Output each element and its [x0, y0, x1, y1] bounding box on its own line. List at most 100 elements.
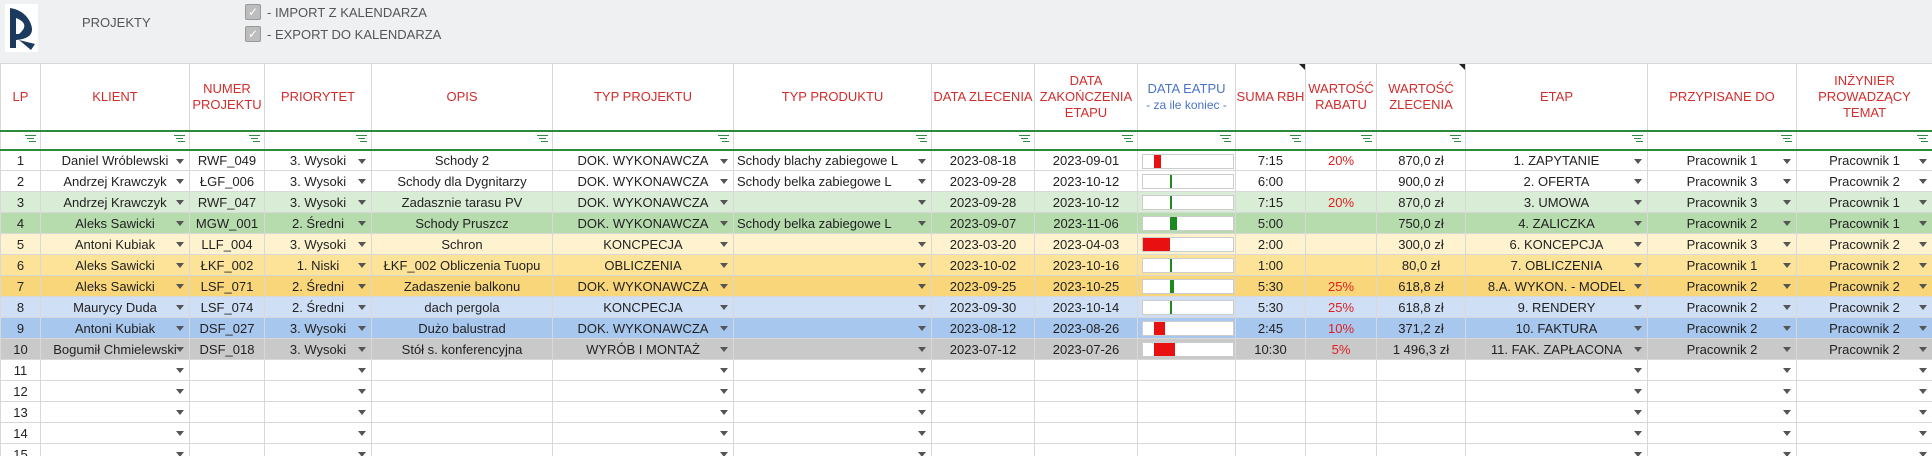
import-checkbox-row[interactable]: ✓ - IMPORT Z KALENDARZA	[245, 4, 427, 20]
cell-stage-end-date[interactable]: 2023-10-16	[1034, 254, 1138, 276]
cell-order-date[interactable]	[931, 380, 1035, 402]
cell-stage[interactable]: 2. OFERTA	[1465, 170, 1648, 192]
cell-client[interactable]: Bogumił Chmielewski	[40, 338, 190, 360]
cell-project-type[interactable]: KONCPECJA	[552, 296, 734, 318]
cell-rbh-sum[interactable]: 5:30	[1235, 275, 1306, 297]
cell-description[interactable]: Zadasznie tarasu PV	[371, 191, 553, 213]
cell-order-date[interactable]: 2023-08-12	[931, 317, 1035, 339]
table-row-empty[interactable]: 11	[0, 359, 1932, 381]
cell-description[interactable]: Zadaszenie balkonu	[371, 275, 553, 297]
cell-stage-end-date[interactable]: 2023-10-14	[1034, 296, 1138, 318]
cell-order-value[interactable]: 618,8 zł	[1376, 296, 1466, 318]
cell-order-date[interactable]	[931, 359, 1035, 381]
cell-rbh-sum[interactable]: 1:00	[1235, 254, 1306, 276]
table-row[interactable]: 7 Aleks Sawicki LSF_071 2. Średni Zadaszenie…	[0, 275, 1932, 297]
cell-lead-engineer[interactable]: Pracownik 1	[1796, 191, 1932, 213]
cell-project-number[interactable]	[189, 359, 265, 381]
cell-order-value[interactable]: 870,0 zł	[1376, 149, 1466, 171]
cell-stage[interactable]: 8.A. WYKON. - MODEL	[1465, 275, 1648, 297]
cell-order-date[interactable]	[931, 443, 1035, 456]
cell-stage-countdown[interactable]	[1137, 233, 1236, 255]
cell-stage-countdown[interactable]	[1137, 149, 1236, 171]
cell-stage-end-date[interactable]	[1034, 443, 1138, 456]
cell-order-value[interactable]	[1376, 359, 1466, 381]
cell-stage-end-date[interactable]	[1034, 401, 1138, 423]
cell-order-value[interactable]	[1376, 380, 1466, 402]
cell-client[interactable]	[40, 359, 190, 381]
cell-order-value[interactable]	[1376, 443, 1466, 456]
cell-stage-countdown[interactable]	[1137, 443, 1236, 456]
cell-product-type[interactable]	[733, 275, 932, 297]
cell-product-type[interactable]	[733, 317, 932, 339]
cell-assigned-to[interactable]: Pracownik 2	[1647, 338, 1797, 360]
cell-product-type[interactable]: Schody blachy zabiegowe L	[733, 149, 932, 171]
cell-lead-engineer[interactable]	[1796, 380, 1932, 402]
cell-stage-end-date[interactable]	[1034, 380, 1138, 402]
cell-assigned-to[interactable]: Pracownik 3	[1647, 170, 1797, 192]
cell-lp[interactable]: 13	[0, 401, 41, 423]
cell-stage-end-date[interactable]: 2023-10-12	[1034, 191, 1138, 213]
cell-priority[interactable]	[264, 380, 372, 402]
cell-project-number[interactable]: ŁKF_002	[189, 254, 265, 276]
cell-lead-engineer[interactable]: Pracownik 1	[1796, 212, 1932, 234]
table-row[interactable]: 4 Aleks Sawicki MGW_001 2. Średni Schody Pru…	[0, 212, 1932, 234]
cell-project-number[interactable]	[189, 380, 265, 402]
cell-project-type[interactable]	[552, 401, 734, 423]
column-header-project-type[interactable]: TYP PROJEKTU	[552, 63, 734, 131]
cell-product-type[interactable]	[733, 338, 932, 360]
table-row-empty[interactable]: 15	[0, 443, 1932, 456]
column-header-assigned-to[interactable]: PRZYPISANE DO	[1647, 63, 1797, 131]
table-row-empty[interactable]: 12	[0, 380, 1932, 402]
cell-client[interactable]: Antoni Kubiak	[40, 233, 190, 255]
cell-project-number[interactable]: LLF_004	[189, 233, 265, 255]
cell-stage-end-date[interactable]	[1034, 359, 1138, 381]
cell-product-type[interactable]	[733, 191, 932, 213]
column-header-stage-end-date[interactable]: DATA ZAKOŃCZENIA ETAPU	[1034, 63, 1138, 131]
cell-description[interactable]: Stół s. konferencyjna	[371, 338, 553, 360]
export-checkbox-row[interactable]: ✓ - EXPORT DO KALENDARZA	[245, 26, 441, 42]
table-row-empty[interactable]: 13	[0, 401, 1932, 423]
cell-discount[interactable]	[1305, 233, 1377, 255]
cell-order-date[interactable]	[931, 422, 1035, 444]
column-header-client[interactable]: KLIENT	[40, 63, 190, 131]
cell-order-date[interactable]: 2023-09-07	[931, 212, 1035, 234]
filter-icon[interactable]	[1122, 134, 1133, 145]
cell-assigned-to[interactable]: Pracownik 3	[1647, 233, 1797, 255]
cell-client[interactable]: Andrzej Krawczyk	[40, 170, 190, 192]
filter-icon[interactable]	[916, 134, 927, 145]
cell-lead-engineer[interactable]: Pracownik 2	[1796, 296, 1932, 318]
cell-stage-end-date[interactable]: 2023-04-03	[1034, 233, 1138, 255]
cell-discount[interactable]: 20%	[1305, 191, 1377, 213]
cell-product-type[interactable]: Schody belka zabiegowe L	[733, 170, 932, 192]
cell-discount[interactable]: 25%	[1305, 296, 1377, 318]
cell-order-date[interactable]: 2023-03-20	[931, 233, 1035, 255]
cell-project-type[interactable]: WYRÓB I MONTAŻ	[552, 338, 734, 360]
cell-project-number[interactable]	[189, 401, 265, 423]
cell-project-number[interactable]: MGW_001	[189, 212, 265, 234]
cell-order-date[interactable]: 2023-10-02	[931, 254, 1035, 276]
cell-stage-countdown[interactable]	[1137, 275, 1236, 297]
cell-project-number[interactable]: DSF_018	[189, 338, 265, 360]
cell-order-date[interactable]: 2023-07-12	[931, 338, 1035, 360]
cell-product-type[interactable]	[733, 233, 932, 255]
table-row[interactable]: 9 Antoni Kubiak DSF_027 3. Wysoki Dużo balus…	[0, 317, 1932, 339]
cell-project-type[interactable]	[552, 422, 734, 444]
cell-stage-end-date[interactable]: 2023-11-06	[1034, 212, 1138, 234]
cell-project-type[interactable]: DOK. WYKONAWCZA	[552, 191, 734, 213]
column-header-stage[interactable]: ETAP	[1465, 63, 1648, 131]
cell-assigned-to[interactable]: Pracownik 1	[1647, 254, 1797, 276]
column-header-order-value[interactable]: WARTOŚĆ ZLECENIA	[1376, 63, 1466, 131]
cell-priority[interactable]	[264, 422, 372, 444]
cell-stage[interactable]: 6. KONCEPCJA	[1465, 233, 1648, 255]
cell-rbh-sum[interactable]	[1235, 443, 1306, 456]
cell-client[interactable]: Aleks Sawicki	[40, 275, 190, 297]
cell-stage[interactable]: 1. ZAPYTANIE	[1465, 149, 1648, 171]
cell-stage[interactable]	[1465, 443, 1648, 456]
cell-client[interactable]	[40, 401, 190, 423]
cell-assigned-to[interactable]: Pracownik 2	[1647, 296, 1797, 318]
cell-description[interactable]	[371, 359, 553, 381]
cell-rbh-sum[interactable]: 5:30	[1235, 296, 1306, 318]
cell-stage-countdown[interactable]	[1137, 212, 1236, 234]
column-header-product-type[interactable]: TYP PRODUKTU	[733, 63, 932, 131]
cell-order-value[interactable]: 900,0 zł	[1376, 170, 1466, 192]
